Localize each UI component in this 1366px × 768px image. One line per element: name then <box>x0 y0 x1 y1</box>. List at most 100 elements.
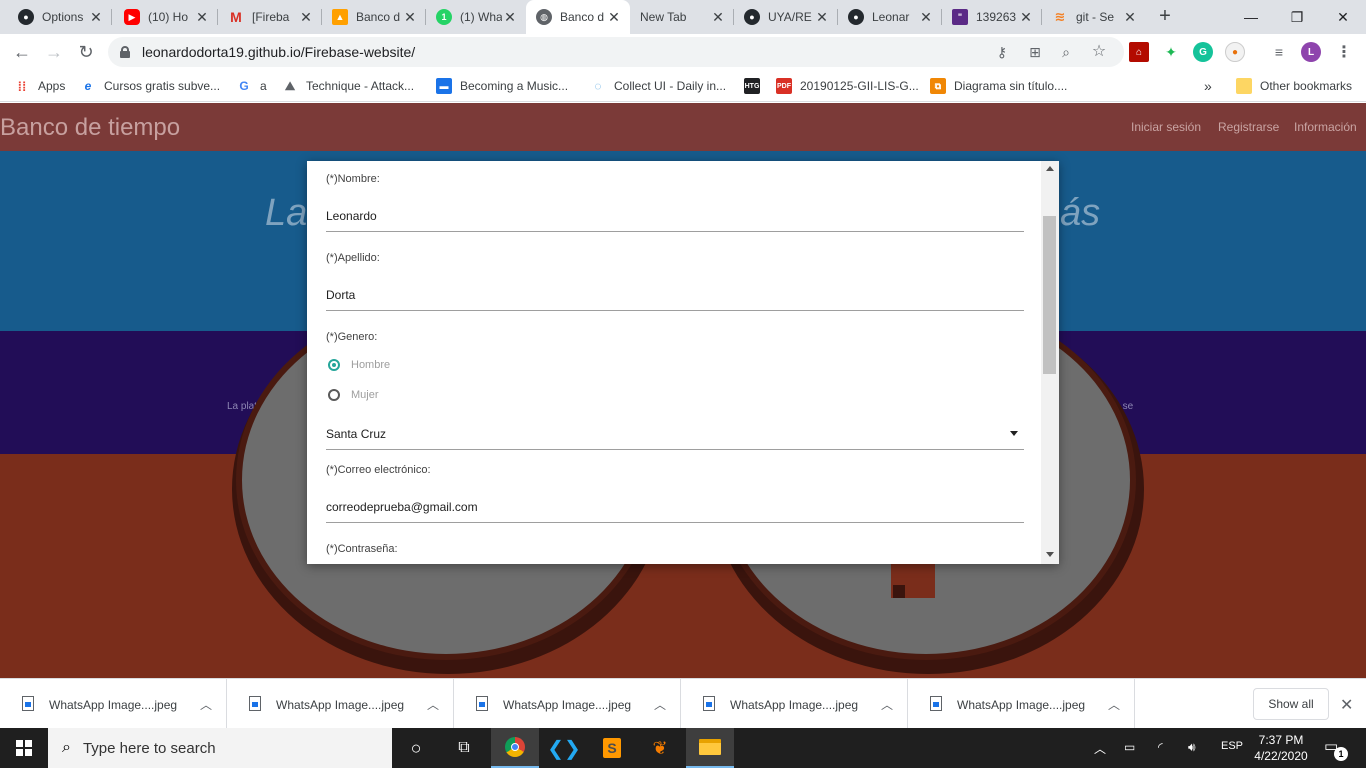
other-bookmarks[interactable]: Other bookmarks <box>1236 76 1352 96</box>
chrome-icon[interactable] <box>491 728 539 768</box>
download-item[interactable]: WhatsApp Image....jpeg ︿ <box>454 679 681 729</box>
grammarly-icon[interactable]: G <box>1193 42 1213 62</box>
download-item[interactable]: WhatsApp Image....jpeg ︿ <box>681 679 908 729</box>
tab-uya[interactable]: ● UYA/RE ✕ <box>734 0 838 34</box>
restore-icon[interactable]: ❐ <box>1274 0 1320 34</box>
radio-hombre[interactable] <box>328 359 340 371</box>
url-text[interactable]: leonardodorta19.github.io/Firebase-websi… <box>142 44 415 60</box>
modal-scrollbar[interactable] <box>1041 161 1059 564</box>
close-icon[interactable]: ✕ <box>1122 9 1138 26</box>
start-button[interactable] <box>0 728 48 768</box>
cortana-icon[interactable]: ○ <box>392 728 440 768</box>
close-icon[interactable]: ✕ <box>814 9 830 26</box>
file-explorer-icon[interactable] <box>686 728 734 768</box>
translate-icon[interactable]: ⊞ <box>1026 43 1044 61</box>
star-icon[interactable]: ☆ <box>1090 43 1108 61</box>
vscode-icon[interactable]: ❮❯ <box>540 728 588 768</box>
address-bar[interactable]: leonardodorta19.github.io/Firebase-websi… <box>108 37 1124 67</box>
close-icon[interactable]: ✕ <box>502 9 518 26</box>
tab-new-tab[interactable]: New Tab ✕ <box>630 0 734 34</box>
dropdown-arrow-icon[interactable] <box>1010 431 1018 436</box>
close-icon[interactable]: ✕ <box>194 9 210 26</box>
close-icon[interactable]: ✕ <box>402 9 418 26</box>
apellido-input[interactable]: Dorta <box>326 288 355 302</box>
back-arrow-icon[interactable]: ← <box>10 40 34 64</box>
avatar[interactable]: L <box>1301 42 1321 62</box>
bookmark-collect-ui[interactable]: ◌ Collect UI - Daily in... <box>590 76 726 96</box>
chevron-up-icon[interactable]: ︿ <box>200 696 212 713</box>
close-icon[interactable]: ✕ <box>1018 9 1034 26</box>
tab-firebase[interactable]: ▲ Banco d ✕ <box>322 0 426 34</box>
extension-icon[interactable]: ● <box>1225 42 1245 62</box>
bookmark-htg[interactable]: HTG <box>744 76 768 96</box>
taskbar-search-input[interactable]: ⌕ Type here to search <box>48 728 392 768</box>
show-all-button[interactable]: Show all <box>1253 688 1329 720</box>
tab-leonardo[interactable]: ● Leonar ✕ <box>838 0 942 34</box>
site-brand[interactable]: Banco de tiempo <box>0 114 180 142</box>
bookmark-technique[interactable]: ⛰ Technique - Attack... <box>282 76 414 96</box>
battery-icon[interactable]: ▭ <box>1124 740 1135 754</box>
window-close-icon[interactable]: ✕ <box>1320 0 1366 34</box>
minimize-icon[interactable]: — <box>1228 0 1274 34</box>
media-control-icon[interactable]: ≡ <box>1269 42 1289 62</box>
volume-icon[interactable]: 🔊︎ <box>1188 740 1196 755</box>
radio-mujer-label[interactable]: Mujer <box>351 389 379 401</box>
close-icon[interactable]: ✕ <box>88 9 104 26</box>
close-icon[interactable]: ✕ <box>606 9 622 26</box>
reload-icon[interactable]: ↻ <box>74 40 98 64</box>
nav-info-link[interactable]: Información <box>1294 120 1357 134</box>
pdf-extension-icon[interactable]: ⌂ <box>1129 42 1149 62</box>
language-indicator[interactable]: ESP <box>1221 740 1243 752</box>
tab-options[interactable]: ● Options ✕ <box>8 0 112 34</box>
nav-register-link[interactable]: Registrarse <box>1218 120 1279 134</box>
fl-studio-icon[interactable]: ❦ <box>636 728 684 768</box>
scroll-thumb[interactable] <box>1043 216 1056 374</box>
forward-arrow-icon[interactable]: → <box>42 40 66 64</box>
download-item[interactable]: WhatsApp Image....jpeg ︿ <box>227 679 454 729</box>
file-icon <box>22 696 34 711</box>
bookmark-cursos[interactable]: e Cursos gratis subve... <box>80 76 220 96</box>
email-field[interactable]: correodeprueba@gmail.com <box>326 500 478 514</box>
nav-login-link[interactable]: Iniciar sesión <box>1131 120 1201 134</box>
new-tab-plus-icon[interactable]: + <box>1154 6 1176 28</box>
chevron-up-icon[interactable]: ︿ <box>654 696 666 713</box>
zoom-icon[interactable]: ⌕ <box>1057 43 1075 61</box>
bookmark-pdf[interactable]: PDF 20190125-GII-LIS-G... <box>776 76 919 96</box>
radio-hombre-label[interactable]: Hombre <box>351 359 390 371</box>
tab-banco-active[interactable]: ◍ Banco d ✕ <box>526 0 630 34</box>
tab-youtube[interactable]: ▶ (10) Ho ✕ <box>114 0 218 34</box>
ciudad-select[interactable]: Santa Cruz <box>326 427 386 441</box>
task-view-icon[interactable]: ⧉ <box>440 728 488 768</box>
scroll-down-arrow-icon[interactable] <box>1046 552 1054 557</box>
radio-mujer[interactable] <box>328 389 340 401</box>
tab-gmail[interactable]: M [Fireba ✕ <box>218 0 322 34</box>
key-icon[interactable]: ⚷ <box>993 43 1011 61</box>
download-item[interactable]: WhatsApp Image....jpeg ︿ <box>0 679 227 729</box>
close-icon[interactable]: ✕ <box>918 9 934 26</box>
tray-chevron-icon[interactable]: ︿ <box>1094 740 1106 757</box>
wifi-icon[interactable]: ◜ <box>1158 740 1163 754</box>
bookmarks-overflow-icon[interactable]: » <box>1204 76 1212 96</box>
tab-git-search[interactable]: ≋ git - Se ✕ <box>1042 0 1146 34</box>
lock-icon[interactable] <box>120 46 130 58</box>
nombre-input[interactable]: Leonardo <box>326 209 377 223</box>
menu-kebab-icon[interactable]: ⋮ <box>1334 42 1354 62</box>
sublime-icon[interactable]: S <box>588 728 636 768</box>
close-icon[interactable]: ✕ <box>1340 695 1353 715</box>
leaf-extension-icon[interactable]: ✦ <box>1161 42 1181 62</box>
clock[interactable]: 7:37 PM 4/22/2020 <box>1250 732 1312 764</box>
download-item[interactable]: WhatsApp Image....jpeg ︿ <box>908 679 1135 729</box>
scroll-up-arrow-icon[interactable] <box>1046 166 1054 171</box>
chevron-up-icon[interactable]: ︿ <box>1108 696 1120 713</box>
chevron-up-icon[interactable]: ︿ <box>427 696 439 713</box>
chevron-up-icon[interactable]: ︿ <box>881 696 893 713</box>
bookmark-apps[interactable]: ⁞⁞ Apps <box>14 76 66 96</box>
tab-whatsapp[interactable]: 1 (1) Wha ✕ <box>426 0 526 34</box>
tab-title: Banco d <box>560 10 605 24</box>
tab-139263[interactable]: " 139263 ✕ <box>942 0 1042 34</box>
bookmark-diagrama[interactable]: ⧉ Diagrama sin título.... <box>930 76 1067 96</box>
bookmark-becoming-music[interactable]: ▬ Becoming a Music... <box>436 76 568 96</box>
bookmark-google[interactable]: G a <box>236 76 266 96</box>
close-icon[interactable]: ✕ <box>298 9 314 26</box>
close-icon[interactable]: ✕ <box>710 9 726 26</box>
